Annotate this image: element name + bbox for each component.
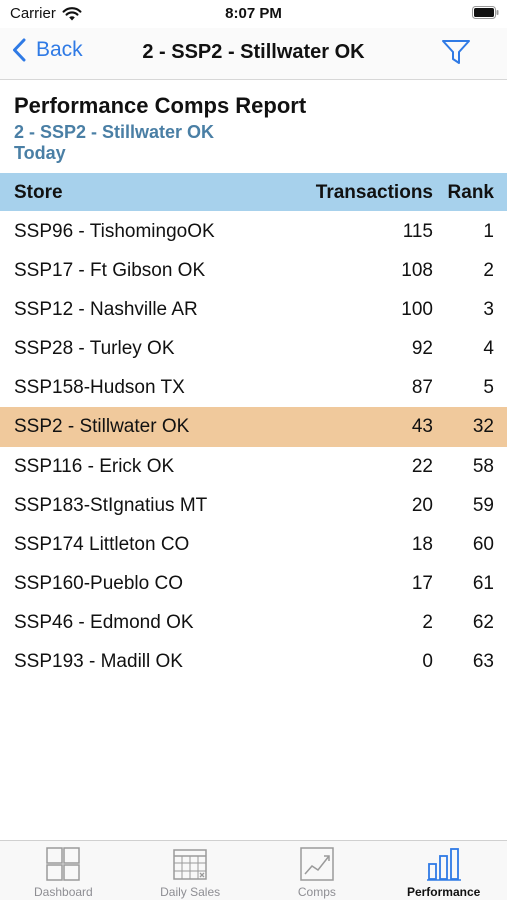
- tab-label: Dashboard: [34, 885, 93, 899]
- cell-transactions: 2: [422, 611, 433, 633]
- table-row[interactable]: SSP174 Littleton CO 18 60: [0, 525, 507, 564]
- cell-store: SSP17 - Ft Gibson OK: [14, 260, 206, 282]
- cell-store: SSP116 - Erick OK: [14, 455, 175, 477]
- tab-label: Performance: [406, 885, 481, 899]
- battery-icon: [472, 6, 499, 19]
- report-title: Performance Comps Report: [14, 93, 307, 118]
- cell-rank: 62: [472, 611, 494, 633]
- cell-store: SSP2 - Stillwater OK: [14, 416, 190, 438]
- back-button-label: Back: [36, 38, 83, 61]
- tab-comps[interactable]: Comps: [254, 841, 381, 900]
- cell-store: SSP193 - Madill OK: [14, 651, 183, 673]
- cell-store: SSP183-StIgnatius MT: [14, 494, 208, 516]
- table-row[interactable]: SSP17 - Ft Gibson OK 108 2: [0, 251, 507, 290]
- cell-rank: 63: [472, 651, 494, 673]
- filter-icon[interactable]: [441, 38, 471, 66]
- cell-store: SSP46 - Edmond OK: [14, 611, 194, 633]
- column-header-store: Store: [14, 182, 63, 203]
- tab-bar: Dashboard Daily Sales Comps Performance: [0, 840, 507, 900]
- calendar-icon: [173, 849, 207, 880]
- cell-store: SSP160-Pueblo CO: [14, 572, 183, 594]
- table-row[interactable]: SSP46 - Edmond OK 2 62: [0, 603, 507, 642]
- table-row[interactable]: SSP28 - Turley OK 92 4: [0, 329, 507, 368]
- cell-rank: 5: [483, 377, 494, 399]
- report-header: Performance Comps Report 2 - SSP2 - Stil…: [14, 92, 306, 163]
- cell-transactions: 108: [401, 260, 433, 282]
- cell-transactions: 22: [411, 455, 433, 477]
- cell-store: SSP12 - Nashville AR: [14, 299, 198, 321]
- cell-transactions: 17: [411, 572, 433, 594]
- cell-rank: 59: [472, 494, 494, 516]
- cell-rank: 3: [483, 299, 494, 321]
- cell-rank: 60: [472, 533, 494, 555]
- cell-rank: 1: [483, 221, 494, 242]
- navigation-bar: Back 2 - SSP2 - Stillwater OK: [0, 28, 507, 80]
- line-chart-icon: [300, 847, 334, 881]
- tab-label: Daily Sales: [160, 885, 221, 899]
- cell-transactions: 43: [411, 416, 433, 438]
- cell-transactions: 87: [411, 377, 433, 399]
- table-row[interactable]: SSP116 - Erick OK 22 58: [0, 447, 507, 486]
- cell-transactions: 115: [402, 221, 433, 242]
- cell-transactions: 100: [401, 299, 433, 321]
- table-body: SSP96 - TishomingoOK 115 1 SSP17 - Ft Gi…: [0, 212, 507, 681]
- back-button[interactable]: Back: [12, 38, 83, 62]
- table-row-current-store[interactable]: SSP2 - Stillwater OK 43 32: [0, 407, 507, 447]
- cell-transactions: 92: [411, 338, 433, 360]
- table-row[interactable]: SSP160-Pueblo CO 17 61: [0, 564, 507, 603]
- cell-store: SSP174 Littleton CO: [14, 533, 190, 555]
- report-store: 2 - SSP2 - Stillwater OK: [14, 122, 215, 142]
- table-row[interactable]: SSP158-Hudson TX 87 5: [0, 368, 507, 407]
- table-row[interactable]: SSP183-StIgnatius MT 20 59: [0, 486, 507, 525]
- cell-rank: 58: [472, 455, 494, 477]
- column-header-rank: Rank: [447, 182, 494, 203]
- cell-transactions: 18: [411, 533, 433, 555]
- chevron-left-icon: [13, 38, 26, 62]
- tab-label: Comps: [297, 885, 336, 899]
- cell-store: SSP96 - TishomingoOK: [14, 221, 215, 242]
- cell-rank: 61: [472, 572, 494, 594]
- cell-rank: 2: [483, 260, 494, 282]
- tab-dashboard[interactable]: Dashboard: [0, 841, 127, 900]
- table-row[interactable]: SSP96 - TishomingoOK 115 1: [0, 212, 507, 251]
- tab-performance[interactable]: Performance: [380, 841, 507, 900]
- cell-transactions: 0: [422, 651, 433, 673]
- dashboard-icon: [46, 847, 81, 881]
- cell-rank: 4: [483, 338, 494, 360]
- status-time: 8:07 PM: [225, 5, 282, 22]
- table-row[interactable]: SSP12 - Nashville AR 100 3: [0, 290, 507, 329]
- bar-chart-icon: [426, 848, 461, 881]
- cell-store: SSP28 - Turley OK: [14, 338, 175, 360]
- cell-store: SSP158-Hudson TX: [14, 377, 185, 399]
- table-header: Store Transactions Rank: [0, 173, 507, 211]
- column-header-transactions: Transactions: [315, 182, 433, 203]
- tab-daily-sales[interactable]: Daily Sales: [127, 841, 254, 900]
- status-bar: Carrier 8:07 PM: [0, 0, 507, 28]
- table-row[interactable]: SSP193 - Madill OK 0 63: [0, 642, 507, 681]
- cell-rank: 32: [472, 416, 494, 438]
- report-period: Today: [14, 143, 66, 163]
- cell-transactions: 20: [411, 494, 433, 516]
